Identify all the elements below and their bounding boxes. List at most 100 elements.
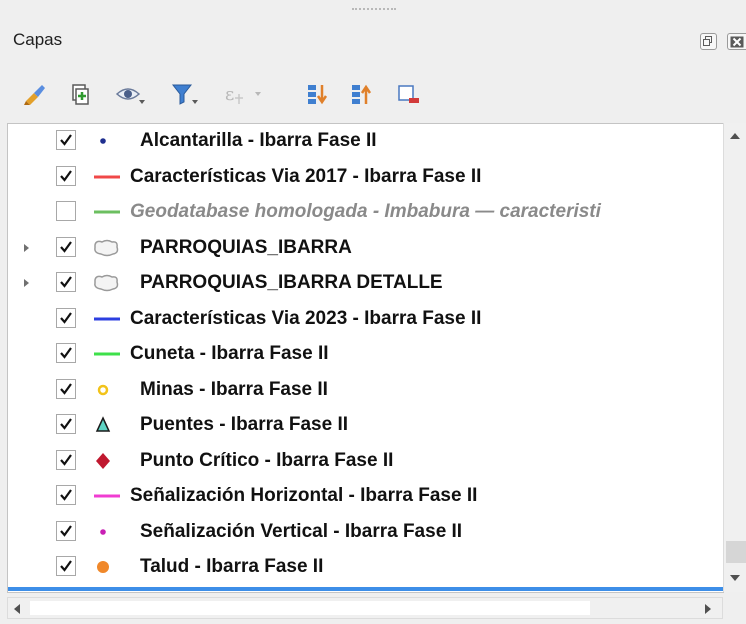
layer-label: Señalización Horizontal - Ibarra Fase II <box>130 485 478 506</box>
layer-row[interactable]: Alcantarilla - Ibarra Fase II <box>8 125 724 157</box>
scroll-left-arrow-icon[interactable] <box>14 604 20 614</box>
layer-row[interactable]: Minas - Ibarra Fase II <box>8 374 724 406</box>
layer-visibility-checkbox[interactable] <box>56 307 76 328</box>
layer-visibility-checkbox[interactable] <box>56 414 76 434</box>
drop-indicator-line <box>8 587 724 591</box>
layer-label: Talud - Ibarra Fase II <box>140 556 324 577</box>
filter-expression-button[interactable]: ε <box>218 76 261 112</box>
collapse-all-icon <box>352 84 372 104</box>
layer-symbol <box>92 555 122 579</box>
layer-symbol <box>92 342 122 366</box>
checkmark-icon <box>60 347 72 359</box>
layer-symbol <box>92 484 122 508</box>
checkmark-icon <box>60 134 72 146</box>
layer-visibility-checkbox[interactable] <box>56 378 76 399</box>
checkmark-icon <box>60 453 72 466</box>
layer-label: Características Via 2023 - Ibarra Fase I… <box>130 307 482 329</box>
layers-toolbar: ε <box>0 76 746 116</box>
layer-row[interactable]: Talud - Ibarra Fase II <box>8 551 724 583</box>
visibility-eye-icon <box>115 88 145 104</box>
triangle-symbol-icon <box>95 416 111 432</box>
checkmark-icon <box>60 418 72 430</box>
layer-label: PARROQUIAS_IBARRA DETALLE <box>140 272 443 293</box>
checkmark-icon <box>60 524 72 537</box>
float-panel-button[interactable] <box>700 33 717 50</box>
layer-visibility-checkbox[interactable] <box>56 165 76 186</box>
layer-row[interactable]: PARROQUIAS_IBARRA <box>8 232 724 264</box>
checkmark-icon <box>60 169 72 182</box>
collapse-all-button[interactable] <box>346 76 380 112</box>
layer-visibility-checkbox[interactable] <box>56 130 76 150</box>
visibility-button[interactable] <box>112 76 146 112</box>
horizontal-scroll-thumb[interactable] <box>30 601 590 615</box>
add-group-icon <box>72 84 89 105</box>
layer-visibility-checkbox[interactable] <box>56 272 76 292</box>
point-symbol-icon <box>100 138 106 144</box>
line-symbol-icon <box>94 210 120 214</box>
polygon-symbol-icon <box>94 274 119 292</box>
layer-row[interactable]: Geodatabase homologada - Imbabura — cara… <box>8 196 724 228</box>
remove-layer-button[interactable] <box>392 76 426 112</box>
checkmark-icon <box>60 311 72 324</box>
layers-tree[interactable]: Alcantarilla - Ibarra Fase II Característ… <box>7 123 724 593</box>
expand-arrow-icon[interactable] <box>24 279 29 287</box>
checkmark-icon <box>60 382 72 395</box>
layer-symbol <box>92 129 122 153</box>
line-symbol-icon <box>94 494 120 498</box>
layer-row[interactable]: Características Via 2023 - Ibarra Fase I… <box>8 303 724 335</box>
expand-arrow-icon[interactable] <box>24 243 29 252</box>
remove-layer-icon <box>398 85 419 103</box>
layer-symbol <box>92 449 122 473</box>
line-symbol-icon <box>94 352 120 356</box>
point-symbol-icon <box>97 561 109 573</box>
layer-symbol <box>92 307 122 331</box>
filter-expression-icon: ε <box>225 84 261 105</box>
checkmark-icon <box>60 240 72 253</box>
layer-symbol <box>92 413 122 437</box>
point-symbol-icon <box>97 384 109 395</box>
layer-row[interactable]: Señalización Horizontal - Ibarra Fase II <box>8 480 724 512</box>
scroll-right-arrow-icon[interactable] <box>705 604 711 614</box>
scroll-up-arrow-icon[interactable] <box>730 133 740 139</box>
layer-visibility-checkbox[interactable] <box>56 343 76 363</box>
layer-label: PARROQUIAS_IBARRA <box>140 236 352 258</box>
layer-visibility-checkbox[interactable] <box>56 236 76 257</box>
style-button[interactable] <box>18 76 52 112</box>
layer-row[interactable]: Características Via 2017 - Ibarra Fase I… <box>8 161 724 193</box>
layer-label: Geodatabase homologada - Imbabura — cara… <box>130 201 601 222</box>
panel-title: Capas <box>13 30 63 49</box>
layer-symbol <box>92 271 122 295</box>
expand-all-button[interactable] <box>302 76 336 112</box>
layer-row[interactable]: Punto Crítico - Ibarra Fase II <box>8 445 724 477</box>
layer-row[interactable]: Puentes - Ibarra Fase II <box>8 409 724 441</box>
layer-visibility-checkbox[interactable] <box>56 520 76 541</box>
layer-row[interactable]: Señalización Vertical - Ibarra Fase II <box>8 516 724 548</box>
point-symbol-icon <box>100 528 106 535</box>
layer-row[interactable]: Cuneta - Ibarra Fase II <box>8 338 724 370</box>
layer-visibility-checkbox[interactable] <box>56 449 76 470</box>
close-panel-button[interactable] <box>727 33 746 50</box>
vertical-scrollbar[interactable] <box>723 123 746 592</box>
horizontal-scrollbar[interactable] <box>7 597 723 619</box>
checkmark-icon <box>60 489 72 501</box>
checkmark-icon <box>60 276 72 288</box>
layer-label: Alcantarilla - Ibarra Fase II <box>140 130 377 151</box>
layer-visibility-checkbox[interactable] <box>56 556 76 576</box>
layer-symbol <box>92 236 122 260</box>
layer-row[interactable]: PARROQUIAS_IBARRA DETALLE <box>8 267 724 299</box>
scroll-down-arrow-icon[interactable] <box>730 575 740 581</box>
layer-label: Puentes - Ibarra Fase II <box>140 414 349 435</box>
diamond-symbol-icon <box>96 452 110 469</box>
layer-label: Señalización Vertical - Ibarra Fase II <box>140 520 463 542</box>
add-group-button[interactable] <box>64 76 98 112</box>
panel-drag-grip[interactable] <box>352 8 396 14</box>
filter-legend-button[interactable] <box>166 76 200 112</box>
line-symbol-icon <box>94 175 120 178</box>
polygon-symbol-icon <box>94 239 119 256</box>
layer-label: Características Via 2017 - Ibarra Fase I… <box>130 165 482 187</box>
svg-text:ε: ε <box>225 84 234 105</box>
layer-visibility-checkbox[interactable] <box>56 201 76 221</box>
layer-symbol <box>92 520 122 544</box>
layer-visibility-checkbox[interactable] <box>56 485 76 505</box>
vertical-scroll-thumb[interactable] <box>726 541 746 563</box>
